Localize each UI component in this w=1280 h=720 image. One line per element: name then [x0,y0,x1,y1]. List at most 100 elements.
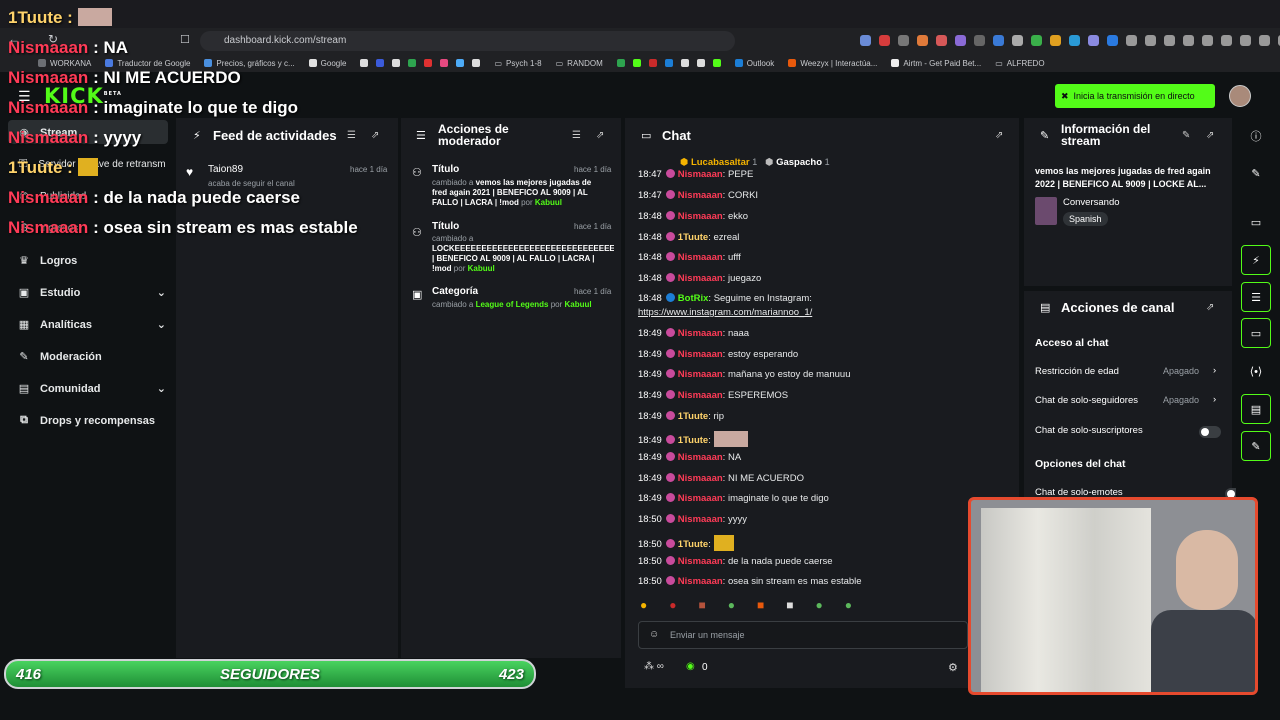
filter-icon[interactable]: ☰ [347,130,356,141]
shield-icon[interactable] [1259,35,1270,46]
emote-icon[interactable]: ● [640,598,647,616]
sidebar-item-drops[interactable]: ⧉ Drops y recompensas [18,414,166,427]
extension-icon[interactable] [1012,35,1023,46]
chat-username[interactable]: 1Tuute [678,232,708,243]
list-icon[interactable]: ☰ [1241,282,1271,312]
emote-icon[interactable]: ● [669,598,676,616]
avatar[interactable] [1229,85,1251,107]
sidebar-item-studio[interactable]: ▣ Estudio ⌄ [18,286,166,300]
popout-icon[interactable]: ⇗ [995,130,1003,141]
emote-icon[interactable]: ● [728,598,735,616]
chat-username[interactable]: Nismaaan [678,556,723,567]
gear-icon[interactable]: ⚙ [948,661,958,674]
extension-icon[interactable] [955,35,966,46]
wrench-icon[interactable]: ✎ [1241,431,1271,461]
bookmark-icon[interactable]: ☐ [180,33,190,46]
age-restriction-row[interactable]: Restricción de edad Apagado › [1035,365,1221,377]
chat-link[interactable]: https://www.instagram.com/mariannoo_1/ [638,307,812,318]
url-input[interactable]: dashboard.kick.com/stream [200,31,735,51]
chat-username[interactable]: Nismaaan [678,514,723,525]
feed-user[interactable]: Taion89 [208,164,243,175]
sidepanel-icon[interactable] [1183,35,1194,46]
popout-icon[interactable]: ⇗ [371,130,379,141]
extension-icon[interactable] [1069,35,1080,46]
popout-icon[interactable]: ⇗ [1206,130,1214,141]
detail-user[interactable]: Kabuul [468,264,495,273]
extension-icon[interactable] [860,35,871,46]
emote-icon[interactable]: ● [816,598,823,616]
bookmark-item[interactable]: Google [308,59,346,68]
detail-user[interactable]: Kabuul [535,198,562,207]
sidebar-item-achievements[interactable]: ♛ Logros [18,254,166,268]
emote-icon[interactable]: ■ [786,598,793,616]
chat-username[interactable]: Nismaaan [678,169,723,180]
bookmark-folder[interactable]: ▭ RANDOM [556,59,603,68]
followers-only-row[interactable]: Chat de solo-seguidores Apagado › [1035,394,1221,406]
sidebar-item-community[interactable]: ▤ Comunidad ⌄ [18,382,166,396]
chat-username[interactable]: BotRix [678,293,709,304]
chat-username[interactable]: Nismaaan [678,493,723,504]
extension-icon[interactable] [1126,35,1137,46]
chat-username[interactable]: Nismaaan [678,473,723,484]
chat-username[interactable]: Nismaaan [678,273,723,284]
popout-icon[interactable]: ⇗ [1206,302,1214,313]
chat-username[interactable]: Nismaaan [678,252,723,263]
filter-icon[interactable]: ☰ [572,130,581,141]
chat-username[interactable]: Nismaaan [678,328,723,339]
bookmark-item[interactable]: Weezyx | Interactúa... [788,59,877,68]
emote-icon[interactable]: ■ [757,598,764,616]
extension-icon[interactable] [898,35,909,46]
gifter-name[interactable]: Gaspacho [776,157,822,168]
chat-username[interactable]: Nismaaan [678,369,723,380]
edit-icon[interactable]: ✎ [1182,130,1190,141]
emote-icon[interactable]: ● [845,598,852,616]
extension-icon[interactable] [1050,35,1061,46]
bookmark-item[interactable]: Airtm - Get Paid Bet... [891,59,981,68]
extension-icon[interactable] [917,35,928,46]
extension-icon[interactable] [1031,35,1042,46]
subs-only-toggle[interactable] [1199,426,1221,438]
bookmark-item[interactable]: WORKANA [38,59,91,68]
extension-icon[interactable] [936,35,947,46]
media-icon[interactable] [1164,35,1175,46]
sidebar-item-analytics[interactable]: ▦ Analíticas ⌄ [18,318,166,332]
chat-icon[interactable]: ▭ [1241,318,1271,348]
puzzle-icon[interactable] [1145,35,1156,46]
bookmark-item[interactable]: Outlook [734,59,774,68]
bookmark-item[interactable]: Precios, gráficos y c... [204,59,295,68]
go-live-button[interactable]: ✖ Inicia la transmisión en directo [1055,84,1215,108]
extension-icon[interactable] [974,35,985,46]
detail-user[interactable]: Kabuul [565,300,592,309]
emote-icon[interactable]: ■ [699,598,706,616]
settings-share-icon[interactable]: ⁂ ∞ [644,661,664,672]
bookmark-folder[interactable]: ▭ Psych 1-8 [494,59,541,68]
star-icon[interactable] [1240,35,1251,46]
emoji-icon[interactable]: ☺ [649,629,659,640]
chat-username[interactable]: Nismaaan [678,349,723,360]
extension-icon[interactable] [1107,35,1118,46]
info-icon[interactable]: ⓘ [1241,121,1271,151]
sidebar-item-moderation[interactable]: ✎ Moderación [18,350,166,364]
broadcast-icon[interactable]: ⟨•⟩ [1241,356,1271,386]
popout-icon[interactable]: ⇗ [596,130,604,141]
chat-input[interactable]: ☺ Enviar un mensaje [638,621,968,649]
channel-icon[interactable]: ▤ [1241,394,1271,424]
bookmark-item[interactable]: Traductor de Google [105,59,190,68]
gifter-name[interactable]: Lucabasaltar [691,157,750,168]
chat-username[interactable]: Nismaaan [678,190,723,201]
chat-username[interactable]: 1Tuute [678,539,708,550]
chat-username[interactable]: 1Tuute [678,435,708,446]
pencil-icon[interactable]: ✎ [1241,158,1271,188]
chat-username[interactable]: Nismaaan [678,390,723,401]
extension-icon[interactable] [879,35,890,46]
extension-icon[interactable] [1088,35,1099,46]
bolt-icon[interactable]: ⚡ [1241,245,1271,275]
bookmark-folder[interactable]: ▭ ALFREDO [995,59,1044,68]
chat-username[interactable]: Nismaaan [678,211,723,222]
chat-username[interactable]: 1Tuute [678,411,708,422]
player-icon[interactable]: ▭ [1241,207,1271,237]
extension-icon[interactable] [1202,35,1213,46]
extension-icon[interactable] [993,35,1004,46]
chat-username[interactable]: Nismaaan [678,576,723,587]
extension-icon[interactable] [1221,35,1232,46]
